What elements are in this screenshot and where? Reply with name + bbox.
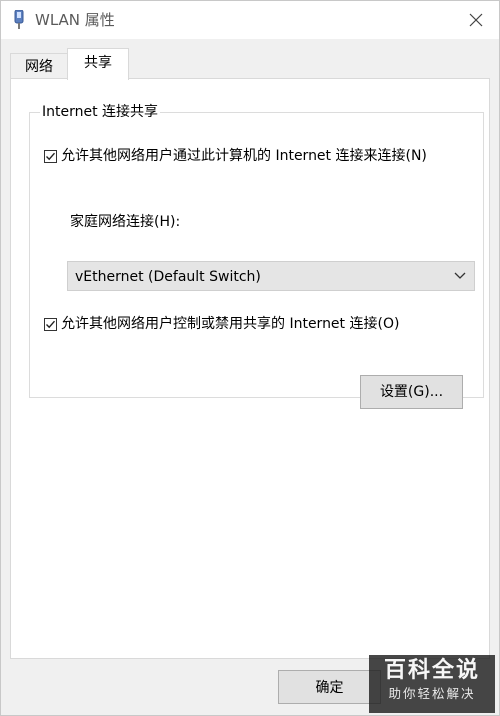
close-button[interactable] (459, 5, 493, 35)
allow-control-label: 允许其他网络用户控制或禁用共享的 Internet 连接(O) (61, 316, 400, 332)
allow-share-checkbox[interactable] (44, 149, 57, 163)
watermark-slogan: 助你轻松解决 (388, 686, 476, 701)
sharing-panel: Internet 连接共享 允许其他网络用户通过此计算机的 Internet 连… (10, 78, 490, 659)
chevron-down-icon (454, 272, 466, 279)
checkmark-icon (46, 320, 56, 328)
watermark-logo: 百科全说 助你轻松解决 (369, 655, 495, 713)
window-title: WLAN 属性 (35, 11, 115, 29)
group-title: Internet 连接共享 (40, 102, 161, 122)
internet-sharing-group: Internet 连接共享 允许其他网络用户通过此计算机的 Internet 连… (29, 102, 484, 409)
watermark-title: 百科全说 (383, 658, 480, 683)
tab-network[interactable]: 网络 (10, 53, 68, 79)
home-network-label: 家庭网络连接(H): (70, 214, 181, 230)
home-network-value: vEthernet (Default Switch) (75, 269, 261, 285)
tab-sharing[interactable]: 共享 (67, 48, 129, 80)
ok-button[interactable]: 确定 (278, 670, 381, 704)
tab-strip: 网络 共享 (1, 39, 499, 80)
allow-share-label: 允许其他网络用户通过此计算机的 Internet 连接来连接(N) (61, 148, 427, 164)
allow-control-row[interactable]: 允许其他网络用户控制或禁用共享的 Internet 连接(O) (44, 314, 399, 334)
home-network-dropdown[interactable]: vEthernet (Default Switch) (67, 261, 475, 291)
allow-share-row[interactable]: 允许其他网络用户通过此计算机的 Internet 连接来连接(N) (44, 146, 427, 166)
title-bar: WLAN 属性 (1, 1, 499, 39)
checkmark-icon (46, 152, 56, 160)
allow-control-checkbox[interactable] (44, 317, 57, 331)
settings-button[interactable]: 设置(G)... (360, 375, 463, 409)
wlan-adapter-icon (14, 10, 24, 29)
wlan-properties-dialog: WLAN 属性 网络 共享 Internet 连接共享 允许其他网络用户通过此计… (0, 0, 500, 716)
close-icon (469, 13, 483, 27)
